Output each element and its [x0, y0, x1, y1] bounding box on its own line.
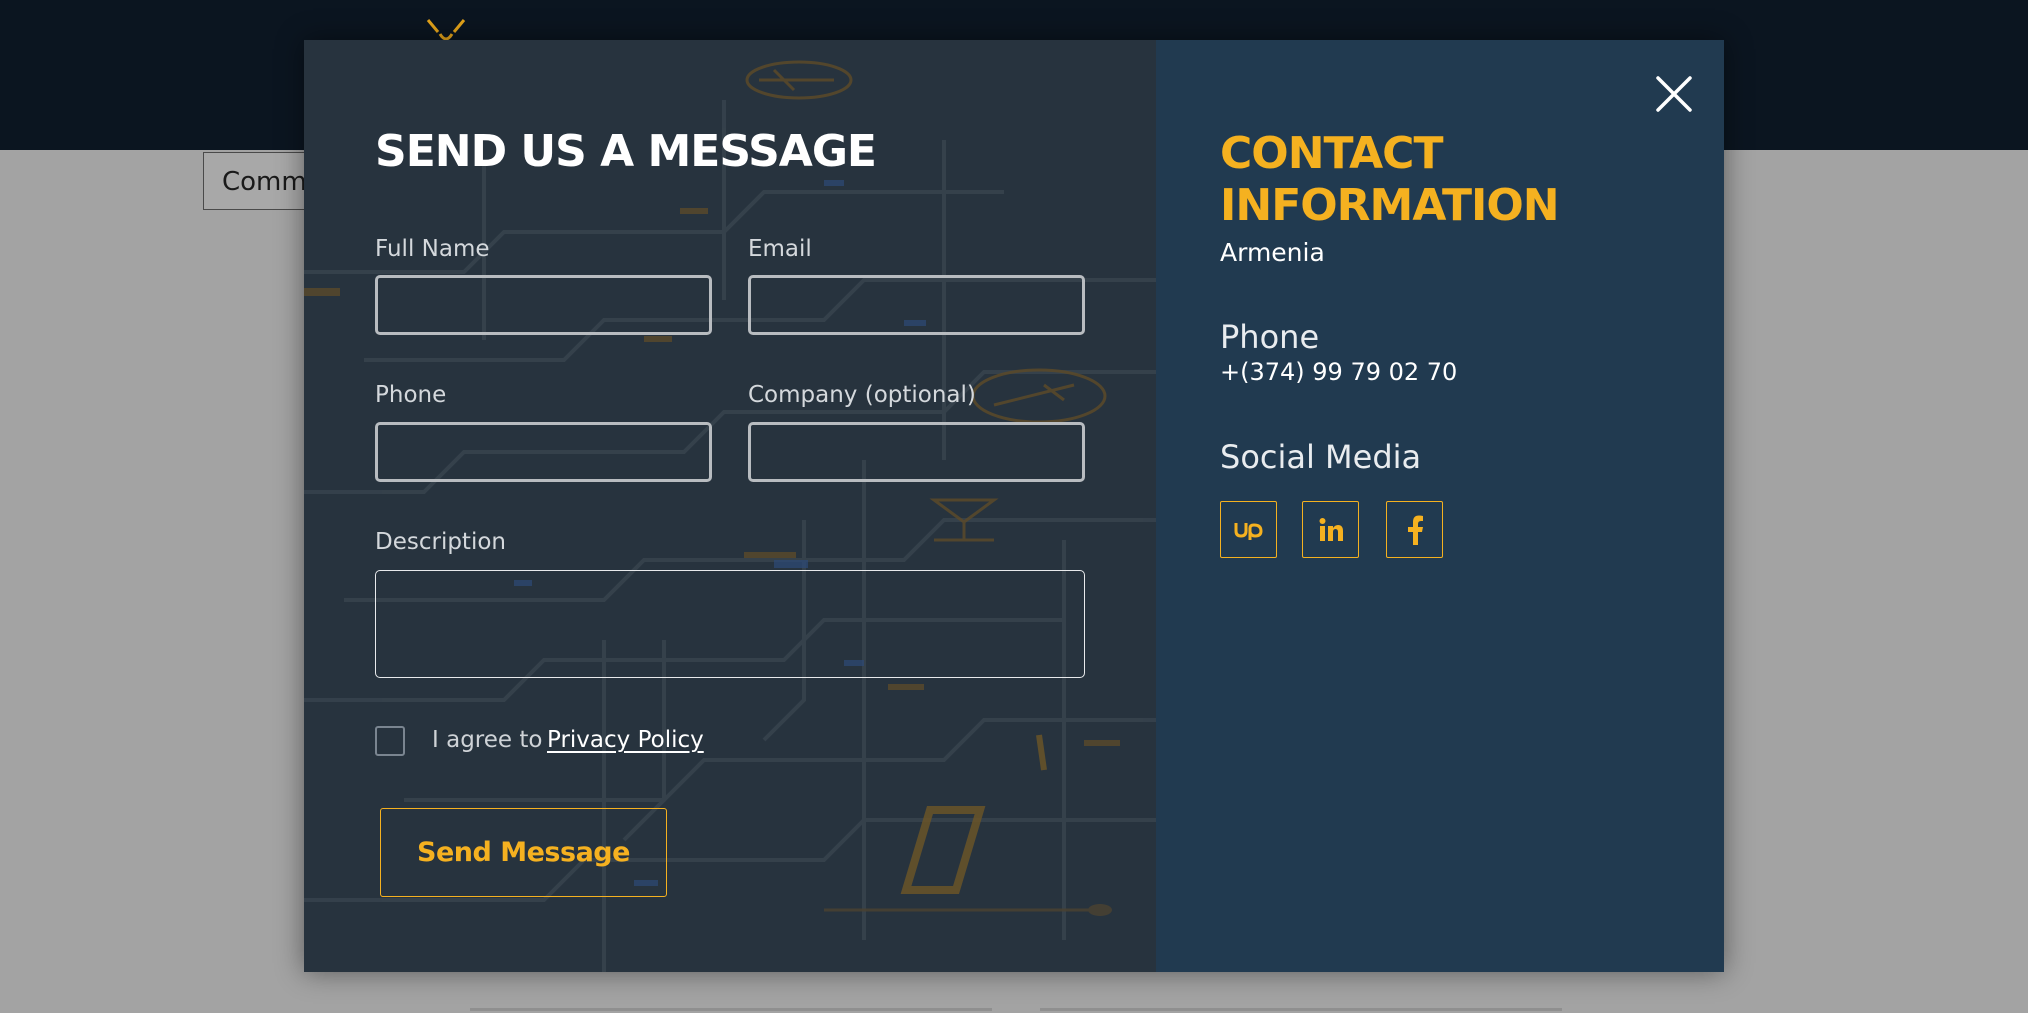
- phone-label: Phone: [375, 382, 447, 408]
- description-label: Description: [375, 529, 506, 555]
- close-icon: [1656, 76, 1692, 112]
- contact-info-panel: CONTACT INFORMATION Armenia Phone +(374)…: [1156, 40, 1724, 972]
- send-message-button[interactable]: Send Message: [380, 808, 667, 897]
- company-input[interactable]: [748, 422, 1085, 482]
- description-textarea[interactable]: [375, 570, 1085, 678]
- close-modal-button[interactable]: [1654, 74, 1694, 114]
- form-title: SEND US A MESSAGE: [375, 126, 877, 177]
- contact-phone: +(374) 99 79 02 70: [1220, 358, 1458, 386]
- privacy-policy-link[interactable]: Privacy Policy: [547, 724, 704, 756]
- facebook-link[interactable]: [1386, 501, 1443, 558]
- contact-modal: SEND US A MESSAGE Full Name Email Phone …: [304, 40, 1724, 972]
- linkedin-link[interactable]: [1302, 501, 1359, 558]
- contact-country: Armenia: [1220, 238, 1325, 267]
- full-name-input[interactable]: [375, 275, 712, 335]
- linkedin-icon: [1319, 517, 1343, 541]
- background-divider: [470, 1008, 992, 1011]
- email-input[interactable]: [748, 275, 1085, 335]
- phone-heading: Phone: [1220, 318, 1320, 356]
- social-media-heading: Social Media: [1220, 438, 1422, 476]
- phone-input[interactable]: [375, 422, 712, 482]
- privacy-agree-checkbox[interactable]: [375, 726, 405, 756]
- background-divider: [1040, 1008, 1562, 1011]
- contact-title: CONTACT INFORMATION: [1220, 128, 1560, 231]
- upwork-icon: [1234, 522, 1263, 540]
- email-label: Email: [748, 236, 812, 262]
- facebook-icon: [1407, 515, 1423, 545]
- company-label: Company (optional): [748, 382, 976, 408]
- message-form-panel: SEND US A MESSAGE Full Name Email Phone …: [304, 40, 1156, 972]
- full-name-label: Full Name: [375, 236, 490, 262]
- upwork-link[interactable]: [1220, 501, 1277, 558]
- agree-text: I agree to: [432, 727, 543, 753]
